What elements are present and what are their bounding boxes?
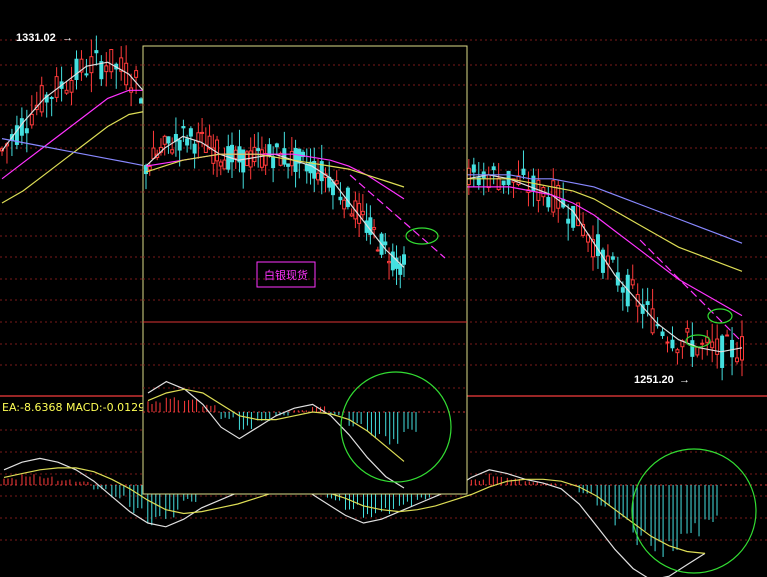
inset-candle-body [334,180,339,185]
candle-body [725,334,730,337]
candle-body [109,49,114,73]
candle-body [69,79,74,93]
inset-candle-body [177,139,182,151]
inset-candle-body [402,254,406,265]
candle-body [24,128,29,134]
candle-body [595,234,600,257]
inset-candle-body [241,149,246,173]
candle-body [49,97,54,100]
candle-body [501,180,506,186]
chart: 1331.02 → 1251.20 → EA:-8.6368 MACD:-0.0… [0,32,767,577]
high-arrow: → [62,32,73,44]
inset-candle-body [218,161,223,167]
candle-body [54,76,59,98]
inset-candle-body [151,147,156,160]
inset-candle-body [222,159,227,170]
candle-body [134,70,139,78]
inset-candle-body [185,138,190,146]
candle-body [645,301,650,305]
inset-candle-body [387,260,392,264]
inset-candle-body [259,149,264,168]
candle-body [710,341,715,349]
candle-body [471,164,476,173]
macd-readout: EA:-8.6368 MACD:-0.0129 [2,401,145,414]
candle-body [521,168,526,176]
candle-body [665,341,670,344]
candle-body [491,166,496,171]
inset-candle-body [166,136,171,144]
inset-candle-body [248,150,253,168]
candle-body [486,174,491,189]
inset-candle-body [170,149,175,154]
candle-body [610,256,615,260]
inset-candle-body [372,227,377,230]
low-arrow: → [679,374,690,386]
candle-body [64,89,69,94]
candle-body [650,308,655,334]
inset-candle-body [271,156,276,169]
candle-body [84,73,89,76]
inset-candle-body [181,126,186,129]
inset-candle-body [286,163,291,167]
candle-body [715,338,720,355]
inset-candle-body [360,210,365,216]
inset-candle-body [338,196,343,201]
inset-candle-body [188,128,193,137]
high-price-label: 1331.02 [16,32,56,44]
inset-candle-body [375,249,380,252]
inset-candle-body [345,187,350,208]
candle-body [104,65,109,73]
candle-body [74,58,79,80]
inset-candle-body [192,143,197,154]
candle-body [29,113,34,126]
candle-body [660,331,665,337]
candle-body [670,339,675,349]
inset-candle-body [256,148,261,152]
inset-candle-body [200,131,205,134]
candle-body [496,177,501,191]
trend-projection [639,239,741,341]
candle-body [675,349,680,354]
low-price-label: 1251.20 [634,374,674,386]
inset-candle-body [330,181,335,196]
candle-body [94,50,99,54]
inset-title: 白银现货 [264,268,308,282]
candle-body [620,287,625,293]
candle-body [566,218,571,224]
inset-candle-body [162,135,167,145]
highlight-ellipse-main [707,308,733,324]
inset-panel: 白银现货 [142,45,468,495]
inset-candle-body [383,241,388,246]
candle-body [600,249,605,273]
candle-body [730,339,735,358]
candle-body [39,85,44,113]
candle-body [546,196,551,208]
inset-candle-body [398,263,403,275]
candle-body [695,346,700,356]
inset-candle-body [215,139,220,162]
candle-body [466,167,471,186]
candle-body [630,279,635,286]
candle-body [19,118,24,136]
inset-candle-body [349,213,354,217]
inset-candle-body [147,166,152,171]
candle-body [571,205,576,228]
candle-body [690,340,695,357]
inset-candle-body [274,143,279,148]
candle-body [700,342,705,345]
inset-candle-body [342,199,347,210]
candle-body [124,62,129,86]
inset-candle-body [230,144,234,163]
inset-candle-body [316,172,320,181]
candle-body [685,327,690,333]
inset-candle-body [308,161,313,174]
candle-body [139,98,144,104]
candle-body [735,357,740,363]
